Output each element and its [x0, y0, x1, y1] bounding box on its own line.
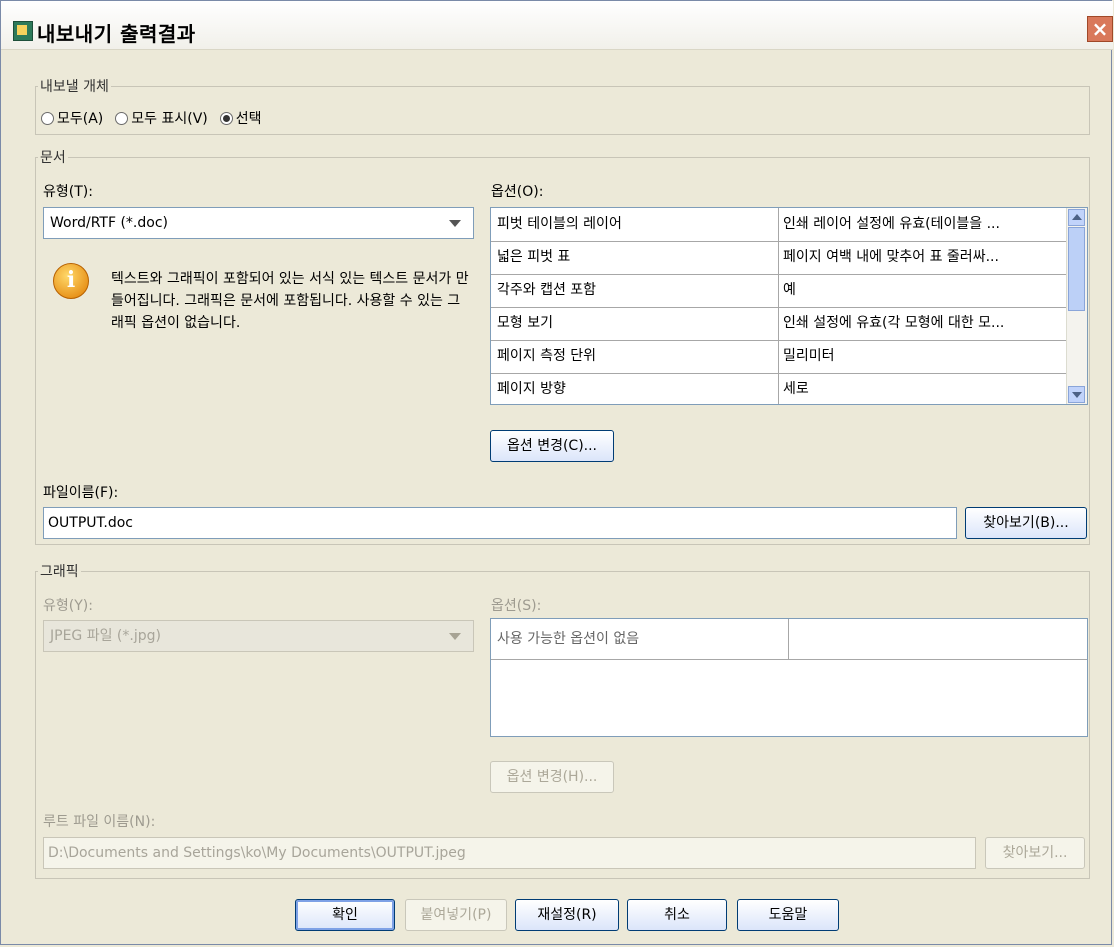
document-type-value: Word/RTF (*.doc) [50, 215, 168, 231]
filename-label: 파일이름(F): [43, 485, 119, 501]
radio-all-visible[interactable]: 모두 표시(V) [115, 108, 208, 128]
radio-all-indicator[interactable] [41, 111, 54, 125]
document-type-select[interactable]: Word/RTF (*.doc) [43, 207, 474, 239]
document-options-grid[interactable]: 피벗 테이블의 레이어 인쇄 레이어 설정에 유효(테이블을 ... 넓은 피벗… [490, 207, 1088, 405]
table-row[interactable]: 피벗 테이블의 레이어 인쇄 레이어 설정에 유효(테이블을 ... [491, 208, 1067, 242]
option-name: 각주와 캡션 포함 [491, 274, 779, 307]
help-button[interactable]: 도움말 [737, 899, 839, 931]
radio-selected[interactable]: 선택 [219, 108, 262, 128]
table-row: 사용 가능한 옵션이 없음 [491, 619, 1087, 660]
option-name: 넓은 피벗 표 [491, 241, 779, 274]
root-filename-label: 루트 파일 이름(N): [43, 814, 156, 830]
graphics-options-grid: 사용 가능한 옵션이 없음 [490, 618, 1088, 737]
option-name: 피벗 테이블의 레이어 [491, 208, 779, 241]
radio-all[interactable]: 모두(A) [41, 108, 103, 128]
option-value[interactable]: 예 [779, 274, 1067, 307]
scroll-down-icon[interactable] [1068, 386, 1085, 403]
ok-button[interactable]: 확인 [295, 899, 395, 931]
option-value[interactable]: 페이지 여백 내에 맞추어 표 줄러싸... [779, 241, 1067, 274]
change-options-button[interactable]: 옵션 변경(C)... [490, 430, 614, 462]
option-name: 모형 보기 [491, 307, 779, 340]
graphics-options-label: 옵션(S): [491, 598, 542, 614]
graphics-type-label: 유형(Y): [43, 598, 93, 614]
option-value[interactable]: 세로 [779, 373, 1067, 404]
export-output-dialog: 내보내기 출력결과 × 내보낼 개체 모두(A) 모두 표시(V) 선택 문서 … [0, 0, 1113, 945]
document-options-label: 옵션(O): [491, 184, 544, 200]
chevron-down-icon[interactable] [449, 220, 461, 227]
export-objects-radio-group: 모두(A) 모두 표시(V) 선택 [41, 108, 262, 128]
app-icon [13, 21, 33, 41]
radio-selected-indicator[interactable] [219, 111, 233, 125]
radio-all-label: 모두(A) [57, 111, 104, 127]
paste-button[interactable]: 붙여넣기(P) [405, 899, 507, 931]
table-row[interactable]: 모형 보기 인쇄 설정에 유효(각 모형에 대한 모... [491, 307, 1067, 341]
reset-button[interactable]: 재설정(R) [515, 899, 619, 931]
option-value[interactable]: 인쇄 설정에 유효(각 모형에 대한 모... [779, 307, 1067, 340]
option-name: 페이지 측정 단위 [491, 340, 779, 373]
table-row[interactable]: 페이지 측정 단위 밀리미터 [491, 340, 1067, 374]
export-objects-legend: 내보낼 개체 [40, 79, 109, 95]
no-options-text: 사용 가능한 옵션이 없음 [491, 619, 789, 659]
option-value[interactable]: 밀리미터 [779, 340, 1067, 373]
graphics-legend: 그래픽 [40, 564, 79, 580]
table-row[interactable]: 페이지 방향 세로 [491, 373, 1067, 404]
scroll-up-icon[interactable] [1068, 209, 1085, 226]
title-bar[interactable]: 내보내기 출력결과 × [1, 1, 1113, 50]
document-legend: 문서 [40, 150, 66, 166]
radio-all-visible-label: 모두 표시(V) [131, 111, 208, 127]
dialog-title: 내보내기 출력결과 [37, 22, 196, 46]
root-filename-input[interactable]: D:\Documents and Settings\ko\My Document… [43, 837, 976, 869]
document-type-label: 유형(T): [43, 184, 93, 200]
close-button[interactable]: × [1087, 16, 1113, 42]
table-row[interactable]: 넓은 피벗 표 페이지 여백 내에 맞추어 표 줄러싸... [491, 241, 1067, 275]
filename-input[interactable]: OUTPUT.doc [43, 507, 957, 539]
table-row[interactable]: 각주와 캡션 포함 예 [491, 274, 1067, 308]
chevron-down-icon[interactable] [449, 633, 461, 640]
graphics-change-options-button[interactable]: 옵션 변경(H)... [490, 761, 614, 793]
document-info-text: 텍스트와 그래픽이 포함되어 있는 서식 있는 텍스트 문서가 만들어집니다. … [111, 271, 469, 331]
graphics-browse-button[interactable]: 찾아보기... [985, 837, 1085, 869]
options-scrollbar[interactable] [1066, 208, 1087, 404]
info-icon: i [53, 263, 89, 299]
scroll-thumb[interactable] [1068, 227, 1085, 311]
graphics-type-value: JPEG 파일 (*.jpg) [50, 628, 161, 644]
browse-button[interactable]: 찾아보기(B)... [965, 507, 1087, 539]
graphics-type-select[interactable]: JPEG 파일 (*.jpg) [43, 620, 474, 652]
radio-selected-label: 선택 [235, 111, 262, 127]
option-name: 페이지 방향 [491, 373, 779, 404]
option-value[interactable]: 인쇄 레이어 설정에 유효(테이블을 ... [779, 208, 1067, 241]
radio-all-visible-indicator[interactable] [115, 111, 129, 125]
cancel-button[interactable]: 취소 [627, 899, 727, 931]
